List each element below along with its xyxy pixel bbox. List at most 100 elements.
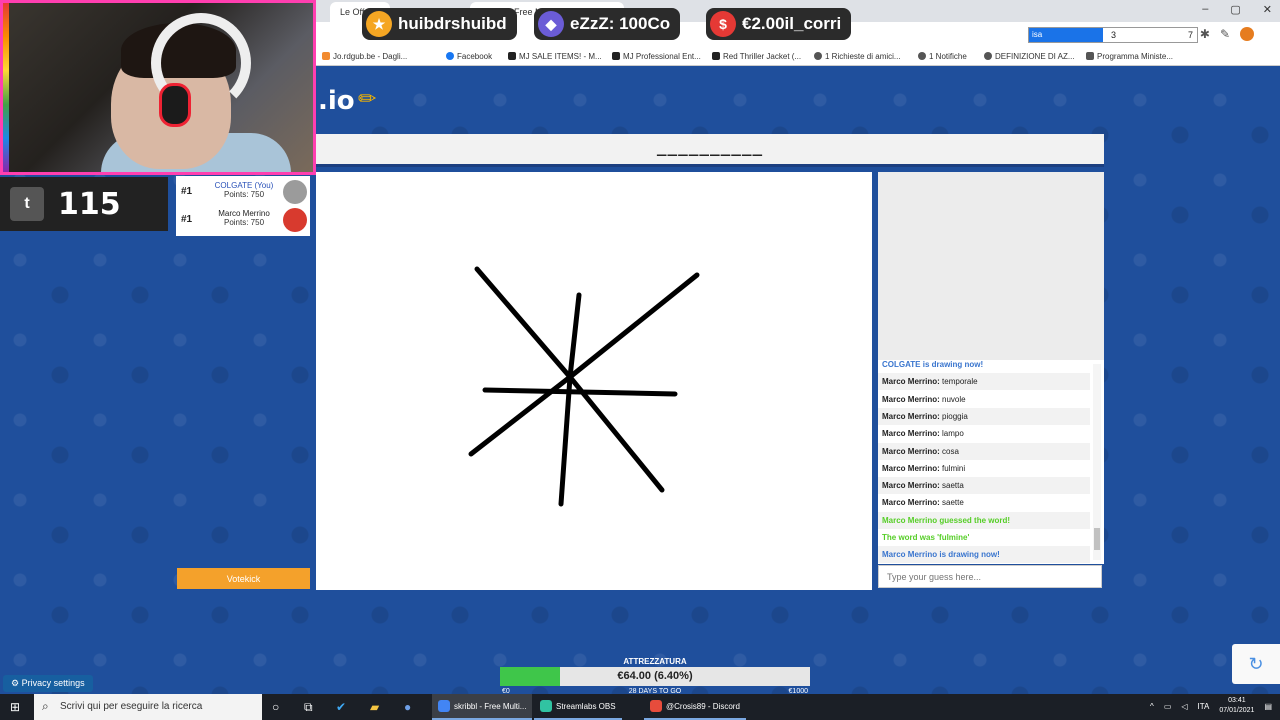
bookmark-label: MJ Professional Ent...: [623, 52, 701, 61]
bookmark-label: 1 Richieste di amici...: [825, 52, 901, 61]
chrome-icon: [438, 700, 450, 712]
task-view-icon[interactable]: ⧉: [304, 700, 313, 715]
extension-progress-fill: isa: [1029, 28, 1103, 42]
bookmark-item[interactable]: Programma Ministe...: [1086, 52, 1173, 61]
chat-box: COLGATE is drawing now! Marco Merrino: te…: [878, 360, 1104, 564]
chat-text: nuvole: [942, 394, 966, 404]
chat-message: Marco Merrino: pioggia: [878, 407, 1090, 425]
recaptcha-icon[interactable]: ↻: [1232, 644, 1280, 684]
windows-taskbar: ⊞ ⌕ Scrivi qui per eseguire la ricerca ○…: [0, 694, 1280, 720]
diamond-icon: ◆: [538, 11, 564, 37]
chat-message: Marco Merrino guessed the word!: [878, 511, 1090, 529]
bookmark-favicon-icon: [712, 52, 720, 60]
bookmark-item[interactable]: 1 Richieste di amici...: [814, 52, 901, 61]
drawing-canvas[interactable]: [316, 172, 872, 590]
player-name: Marco Merrino: [218, 209, 270, 218]
alert-pill-follow: ★ huibdrshuibd: [362, 8, 517, 40]
alert-text: eZzZ: 100Co: [570, 14, 671, 33]
taskbar-app-chrome[interactable]: skribbl - Free Multi...: [432, 694, 533, 720]
dollar-icon: $: [710, 11, 736, 37]
chat-username: Marco Merrino:: [882, 394, 940, 404]
taskbar-app-label: @Crosis89 - Discord: [666, 702, 740, 711]
player-name: COLGATE (You): [214, 181, 274, 190]
pencil-icon: ✏: [358, 86, 377, 111]
alert-pill-donation: $ €2.00il_corri: [706, 8, 852, 40]
taskbar-search[interactable]: ⌕ Scrivi qui per eseguire la ricerca: [34, 694, 262, 720]
viewer-count: 115: [58, 186, 121, 222]
chat-system-message: Marco Merrino is drawing now!: [882, 550, 1000, 560]
bookmark-item[interactable]: Facebook: [446, 52, 492, 61]
chat-message: Marco Merrino: nuvole: [878, 391, 1090, 408]
vscode-icon[interactable]: ✔: [336, 700, 346, 714]
bookmark-favicon-icon: [612, 52, 620, 60]
bookmark-item[interactable]: Red Thriller Jacket (...: [712, 52, 801, 61]
drawing-svg: [468, 266, 700, 507]
guess-input[interactable]: [878, 565, 1102, 588]
chat-username: Marco Merrino:: [882, 411, 940, 421]
close-button[interactable]: ✕: [1263, 3, 1272, 16]
word-hint: __________: [656, 136, 764, 156]
goal-title: ATTREZZATURA: [623, 657, 687, 666]
bookmark-favicon-icon: [984, 52, 992, 60]
bookmark-item[interactable]: 1 Notifiche: [918, 52, 967, 61]
chat-message: Marco Merrino: cosa: [878, 442, 1090, 460]
app-icon[interactable]: ●: [404, 700, 411, 714]
discord-icon: [650, 700, 662, 712]
chat-scroll-thumb[interactable]: [1094, 528, 1100, 550]
chat-message: The word was 'fulmine': [878, 529, 1090, 546]
extension-progress-mid: 3: [1111, 30, 1117, 40]
chat-text: temporale: [942, 377, 978, 387]
bookmark-item[interactable]: MJ Professional Ent...: [612, 52, 701, 61]
bookmark-item[interactable]: DEFINIZIONE DI AZ...: [984, 52, 1075, 61]
chat-text: fulmini: [942, 463, 966, 473]
facebook-icon: [446, 52, 454, 60]
chat-text: lampo: [942, 429, 964, 439]
bookmark-label: Facebook: [457, 52, 493, 61]
chat-text: saette: [942, 498, 964, 508]
drawing-stroke: [482, 387, 678, 397]
notification-icon[interactable]: ▤: [1264, 702, 1272, 711]
taskbar-search-placeholder: Scrivi qui per eseguire la ricerca: [60, 701, 203, 712]
taskbar-clock[interactable]: 03:41 07/01/2021: [1219, 696, 1254, 716]
votekick-button[interactable]: Votekick: [177, 568, 310, 589]
bookmark-favicon-icon: [322, 52, 330, 60]
language-indicator[interactable]: ITA: [1198, 702, 1210, 711]
goal-amount: €64.00 (6.40%): [617, 670, 693, 682]
windows-start-icon[interactable]: ⊞: [10, 700, 20, 714]
volume-icon[interactable]: ◁: [1181, 702, 1187, 711]
chat-message: Marco Merrino is drawing now!: [878, 546, 1090, 564]
alert-pill-bits: ◆ eZzZ: 100Co: [534, 8, 681, 40]
twitch-icon: t: [10, 187, 44, 221]
bookmark-item[interactable]: MJ SALE ITEMS! - M...: [508, 52, 602, 61]
bookmark-favicon-icon: [508, 52, 516, 60]
taskbar-app-streamlabs[interactable]: Streamlabs OBS: [534, 694, 622, 720]
chat-system-message: The word was 'fulmine': [882, 533, 970, 542]
minimize-button[interactable]: –: [1202, 3, 1208, 16]
bookmark-item[interactable]: Jo.rdgub.be - Dagli...: [322, 52, 407, 61]
folder-icon[interactable]: ▰: [370, 700, 379, 714]
bookmark-label: Jo.rdgub.be - Dagli...: [333, 52, 408, 61]
chat-system-message: COLGATE is drawing now!: [882, 360, 984, 369]
chat-username: Marco Merrino:: [882, 377, 940, 387]
pin-icon[interactable]: ✎: [1220, 27, 1230, 41]
viewer-counter: t 115: [0, 177, 168, 231]
bookmark-label: Programma Ministe...: [1097, 52, 1174, 61]
window-controls: – ▢ ✕: [1202, 3, 1272, 16]
extension-progress-bar[interactable]: isa 3 7: [1028, 27, 1198, 43]
extension-progress-end: 7: [1187, 30, 1193, 40]
word-hint-bar: __________: [316, 134, 1104, 167]
star-icon: ★: [366, 11, 392, 37]
taskbar-app-discord[interactable]: @Crosis89 - Discord: [644, 694, 746, 720]
privacy-settings-button[interactable]: ⚙ Privacy settings: [3, 675, 93, 692]
player-entry[interactable]: #1 Marco Merrino Points: 750: [176, 206, 310, 234]
chevron-up-icon[interactable]: ^: [1150, 702, 1154, 711]
chat-username: Marco Merrino:: [882, 463, 940, 473]
chat-message: COLGATE is drawing now!: [878, 360, 1090, 373]
chat-text: cosa: [942, 446, 959, 456]
cortana-icon[interactable]: ○: [272, 700, 279, 714]
player-entry[interactable]: #1 COLGATE (You) Points: 750: [176, 178, 310, 206]
maximize-button[interactable]: ▢: [1230, 3, 1240, 16]
network-icon[interactable]: ▭: [1164, 702, 1172, 711]
puzzle-icon[interactable]: ✱: [1200, 27, 1210, 41]
profile-avatar[interactable]: [1240, 27, 1254, 41]
